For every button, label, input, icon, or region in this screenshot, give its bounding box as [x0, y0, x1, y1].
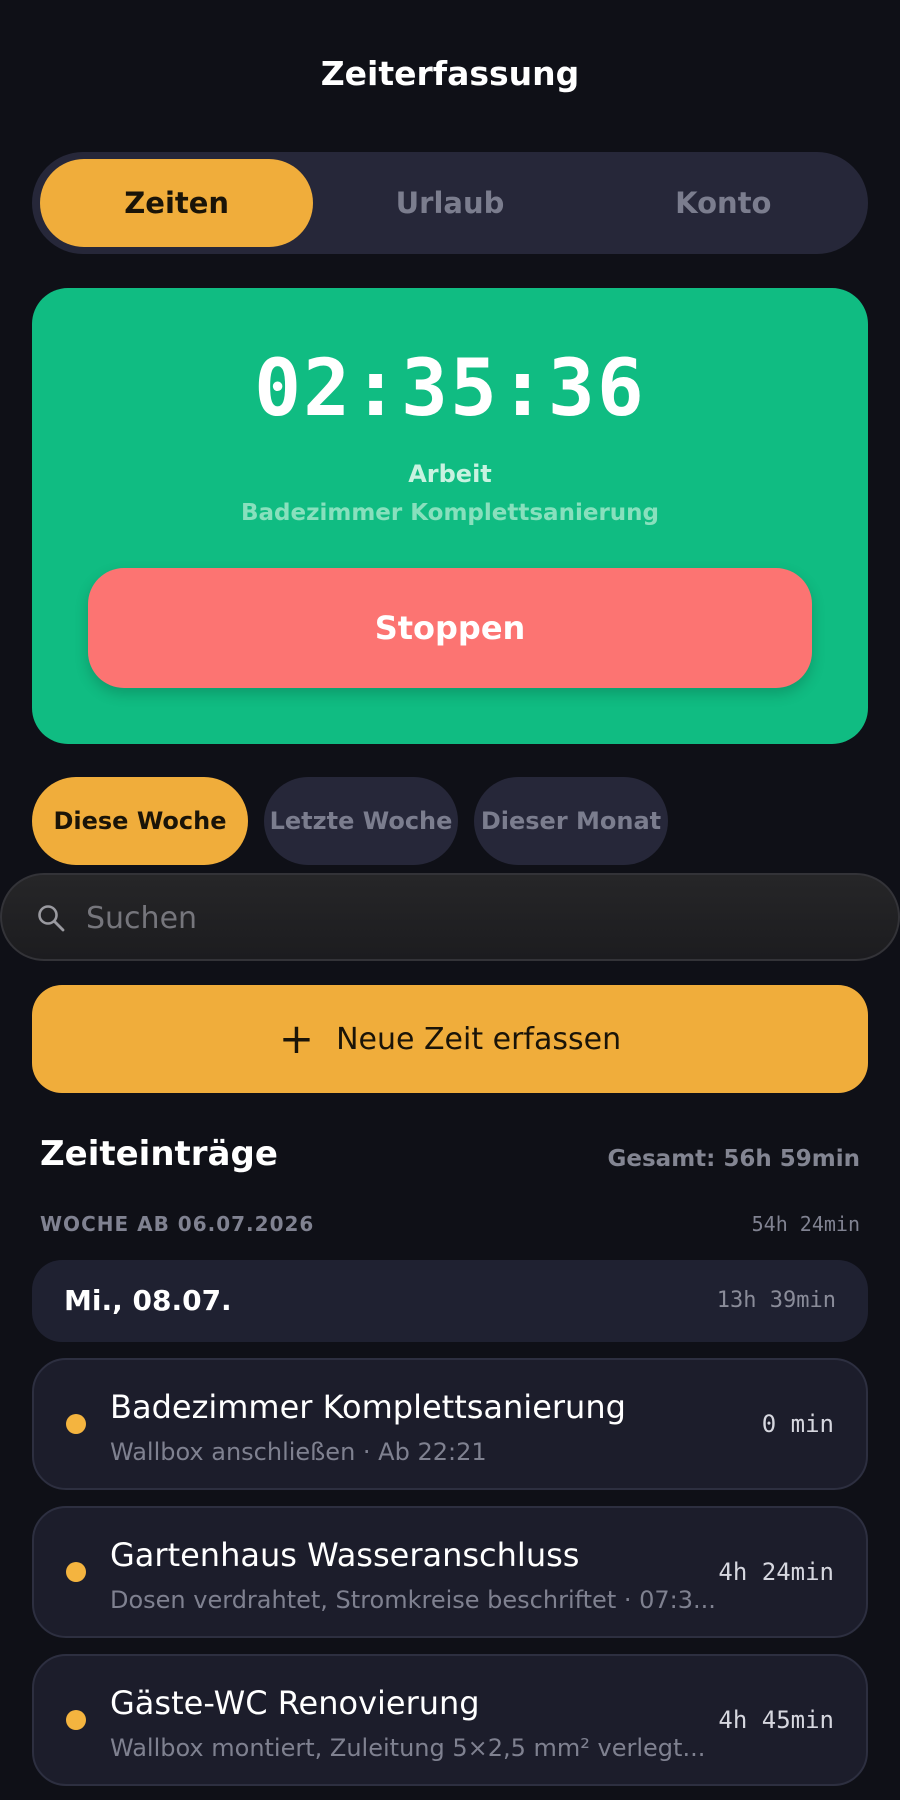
day-label: Mi., 08.07.: [64, 1284, 232, 1317]
running-timer-card: 02:35:36 Arbeit Badezimmer Komplettsanie…: [32, 288, 868, 744]
timer-elapsed: 02:35:36: [254, 344, 646, 434]
week-label: WOCHE AB 06.07.2026: [40, 1212, 315, 1236]
status-dot-icon: [66, 1414, 86, 1434]
status-dot-icon: [66, 1562, 86, 1582]
filter-this-month[interactable]: Dieser Monat: [474, 777, 668, 865]
entry-duration: 4h 24min: [718, 1558, 834, 1586]
stop-button[interactable]: Stoppen: [88, 568, 812, 688]
entry-title: Badezimmer Komplettsanierung: [110, 1388, 626, 1426]
search-input[interactable]: [84, 889, 848, 947]
page-title: Zeiterfassung: [320, 54, 580, 93]
tab-konto[interactable]: Konto: [587, 159, 860, 247]
time-entry[interactable]: Gartenhaus Wasseranschluss Dosen verdrah…: [32, 1506, 868, 1638]
day-total: 13h 39min: [716, 1288, 836, 1313]
entry-subtitle: Dosen verdrahtet, Stromkreise beschrifte…: [110, 1586, 716, 1614]
entries-total: Gesamt: 56h 59min: [607, 1146, 860, 1172]
add-time-label: Neue Zeit erfassen: [336, 1021, 622, 1057]
search-bar[interactable]: [0, 873, 900, 961]
entry-title: Gartenhaus Wasseranschluss: [110, 1536, 580, 1574]
day-group-header[interactable]: Mi., 08.07. 13h 39min: [32, 1260, 868, 1342]
timer-activity: Arbeit: [408, 460, 492, 488]
period-filter: Diese Woche Letzte Woche Dieser Monat: [32, 777, 668, 865]
time-entry[interactable]: Gäste-WC Renovierung Wallbox montiert, Z…: [32, 1654, 868, 1786]
entry-subtitle: Wallbox anschließen · Ab 22:21: [110, 1438, 487, 1466]
status-dot-icon: [66, 1710, 86, 1730]
week-total: 54h 24min: [751, 1212, 860, 1236]
tab-urlaub[interactable]: Urlaub: [313, 159, 586, 247]
app-root: Zeiterfassung Zeiten Urlaub Konto 02:35:…: [0, 0, 900, 1800]
filter-last-week[interactable]: Letzte Woche: [264, 777, 458, 865]
search-icon: [38, 905, 65, 932]
plus-icon: +: [278, 1014, 315, 1063]
filter-this-week[interactable]: Diese Woche: [32, 777, 248, 865]
time-entry[interactable]: Badezimmer Komplettsanierung Wallbox ans…: [32, 1358, 868, 1490]
entry-duration: 4h 45min: [718, 1706, 834, 1734]
entry-duration: 0 min: [761, 1410, 834, 1438]
tab-zeiten[interactable]: Zeiten: [40, 159, 314, 247]
entries-section-title: Zeiteinträge: [40, 1134, 278, 1174]
timer-project: Badezimmer Komplettsanierung: [240, 500, 659, 526]
add-time-button[interactable]: + Neue Zeit erfassen: [32, 985, 868, 1093]
entry-title: Gäste-WC Renovierung: [110, 1684, 480, 1722]
entry-subtitle: Wallbox montiert, Zuleitung 5×2,5 mm² ve…: [110, 1734, 706, 1762]
main-tab-bar: Zeiten Urlaub Konto: [32, 152, 868, 254]
